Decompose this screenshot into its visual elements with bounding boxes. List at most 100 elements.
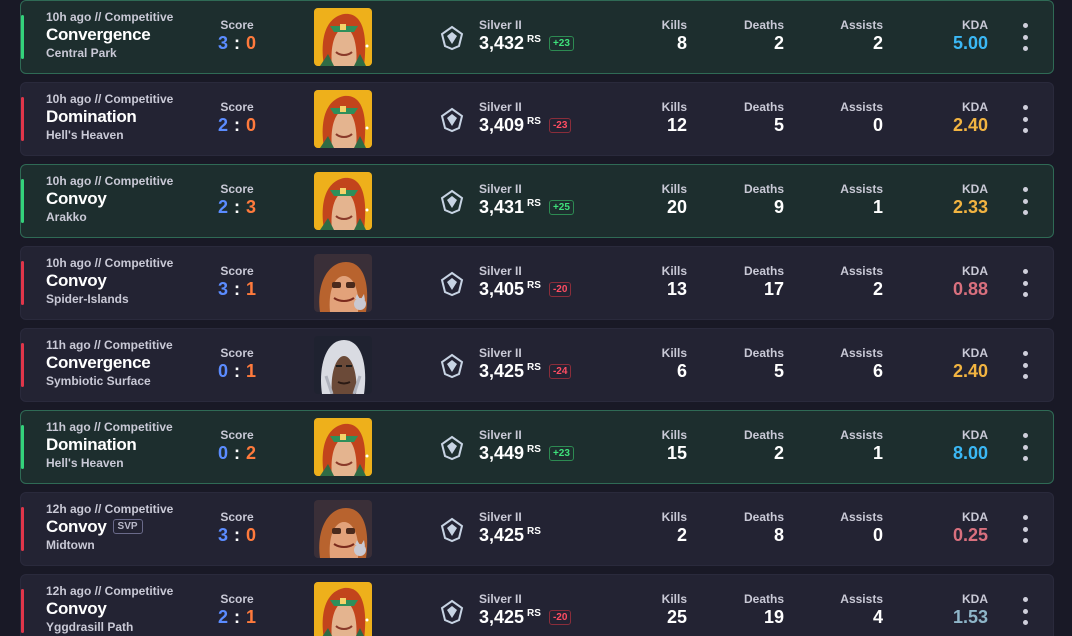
assists-value: 2 xyxy=(872,279,883,299)
assists-value: 0 xyxy=(872,525,883,545)
score-separator: : xyxy=(234,361,240,381)
score-label: Score xyxy=(220,182,254,196)
redhead-hero-portrait[interactable] xyxy=(314,172,372,230)
score-orange: 2 xyxy=(246,443,257,463)
squirrel-hero-portrait[interactable] xyxy=(314,254,372,312)
more-options-icon[interactable] xyxy=(1019,23,1031,51)
game-mode: Convergence xyxy=(46,353,226,373)
kills-value: 12 xyxy=(666,115,687,135)
score-blue: 0 xyxy=(217,443,228,463)
more-options-icon[interactable] xyxy=(1019,269,1031,297)
score-block: Score 2:3 xyxy=(217,182,257,218)
white-hair-hero-portrait[interactable] xyxy=(314,336,372,394)
score-blue: 0 xyxy=(217,361,228,381)
rank-tier: Silver II xyxy=(479,592,522,606)
rank-delta-badge: +25 xyxy=(548,200,574,215)
match-time: 10h ago // Competitive xyxy=(46,92,174,106)
kda-label: KDA xyxy=(962,100,988,114)
kda-block: KDA 8.00 xyxy=(931,428,988,464)
kills-label: Kills xyxy=(661,100,687,114)
match-row[interactable]: 11h ago // Competitive Domination Hell's… xyxy=(20,410,1054,484)
more-options-icon[interactable] xyxy=(1019,433,1031,461)
match-row[interactable]: 12h ago // Competitive Convoy Yggdrasill… xyxy=(20,574,1054,636)
game-mode-label: Convoy xyxy=(46,271,107,290)
match-row[interactable]: 10h ago // Competitive Domination Hell's… xyxy=(20,82,1054,156)
deaths-label: Deaths xyxy=(743,510,784,524)
assists-block: Assists 0 xyxy=(821,100,883,136)
rank-block: Silver II 3,425 RS -20 xyxy=(479,592,609,628)
deaths-value: 2 xyxy=(773,33,784,53)
assists-block: Assists 0 xyxy=(821,510,883,546)
kda-value: 2.40 xyxy=(952,115,988,135)
kda-value: 8.00 xyxy=(952,443,988,463)
score-separator: : xyxy=(234,197,240,217)
deaths-block: Deaths 17 xyxy=(724,264,784,300)
rank-icon xyxy=(439,25,465,51)
rank-tier: Silver II xyxy=(479,264,522,278)
map-name: Yggdrasill Path xyxy=(46,620,134,634)
map-name: Arakko xyxy=(46,210,87,224)
assists-block: Assists 4 xyxy=(821,592,883,628)
kills-value: 13 xyxy=(666,279,687,299)
match-row[interactable]: 10h ago // Competitive Convoy Spider-Isl… xyxy=(20,246,1054,320)
map-name: Hell's Heaven xyxy=(46,456,124,470)
assists-block: Assists 1 xyxy=(821,428,883,464)
match-row[interactable]: 11h ago // Competitive Convergence Symbi… xyxy=(20,328,1054,402)
kda-block: KDA 2.40 xyxy=(931,346,988,382)
assists-label: Assists xyxy=(840,264,883,278)
score-block: Score 0:1 xyxy=(217,346,257,382)
result-bar xyxy=(21,507,24,551)
match-meta: 12h ago // Competitive Convoy Yggdrasill… xyxy=(46,584,226,634)
game-mode-label: Convergence xyxy=(46,353,151,372)
score-label: Score xyxy=(220,428,254,442)
score-label: Score xyxy=(220,510,254,524)
score-separator: : xyxy=(234,525,240,545)
kda-block: KDA 5.00 xyxy=(931,18,988,54)
score-label: Score xyxy=(220,264,254,278)
redhead-hero-portrait[interactable] xyxy=(314,90,372,148)
assists-value: 2 xyxy=(872,33,883,53)
more-options-icon[interactable] xyxy=(1019,597,1031,625)
match-time: 11h ago // Competitive xyxy=(46,420,173,434)
score-blue: 2 xyxy=(217,115,228,135)
kills-label: Kills xyxy=(661,264,687,278)
game-mode: Convoy xyxy=(46,271,226,291)
match-row[interactable]: 12h ago // Competitive Convoy SVP Midtown… xyxy=(20,492,1054,566)
game-mode-label: Domination xyxy=(46,107,137,126)
rank-icon xyxy=(439,271,465,297)
game-mode-label: Convoy xyxy=(46,189,107,208)
squirrel-hero-portrait[interactable] xyxy=(314,500,372,558)
match-row[interactable]: 10h ago // Competitive Convoy Arakko Sco… xyxy=(20,164,1054,238)
rank-tier: Silver II xyxy=(479,182,522,196)
kills-block: Kills 15 xyxy=(631,428,687,464)
kills-value: 6 xyxy=(676,361,687,381)
match-time: 10h ago // Competitive xyxy=(46,174,174,188)
more-options-icon[interactable] xyxy=(1019,515,1031,543)
result-bar xyxy=(21,179,24,223)
match-row[interactable]: 10h ago // Competitive Convergence Centr… xyxy=(20,0,1054,74)
redhead-hero-portrait[interactable] xyxy=(314,418,372,476)
more-options-icon[interactable] xyxy=(1019,187,1031,215)
rank-delta-badge: +23 xyxy=(548,36,574,51)
kills-block: Kills 25 xyxy=(631,592,687,628)
deaths-value: 5 xyxy=(773,115,784,135)
deaths-value: 19 xyxy=(763,607,784,627)
match-time: 12h ago // Competitive xyxy=(46,502,174,516)
game-mode-label: Domination xyxy=(46,435,137,454)
kda-label: KDA xyxy=(962,428,988,442)
kda-label: KDA xyxy=(962,182,988,196)
more-options-icon[interactable] xyxy=(1019,351,1031,379)
rank-tier: Silver II xyxy=(479,428,522,442)
kda-value: 5.00 xyxy=(952,33,988,53)
deaths-label: Deaths xyxy=(743,428,784,442)
game-mode-label: Convoy xyxy=(46,517,107,536)
kda-value: 0.25 xyxy=(952,525,988,545)
score-label: Score xyxy=(220,346,254,360)
game-mode: Domination xyxy=(46,435,226,455)
more-options-icon[interactable] xyxy=(1019,105,1031,133)
result-bar xyxy=(21,425,24,469)
score-orange: 1 xyxy=(246,361,257,381)
redhead-hero-portrait[interactable] xyxy=(314,8,372,66)
redhead-hero-portrait[interactable] xyxy=(314,582,372,636)
score-blue: 2 xyxy=(217,197,228,217)
